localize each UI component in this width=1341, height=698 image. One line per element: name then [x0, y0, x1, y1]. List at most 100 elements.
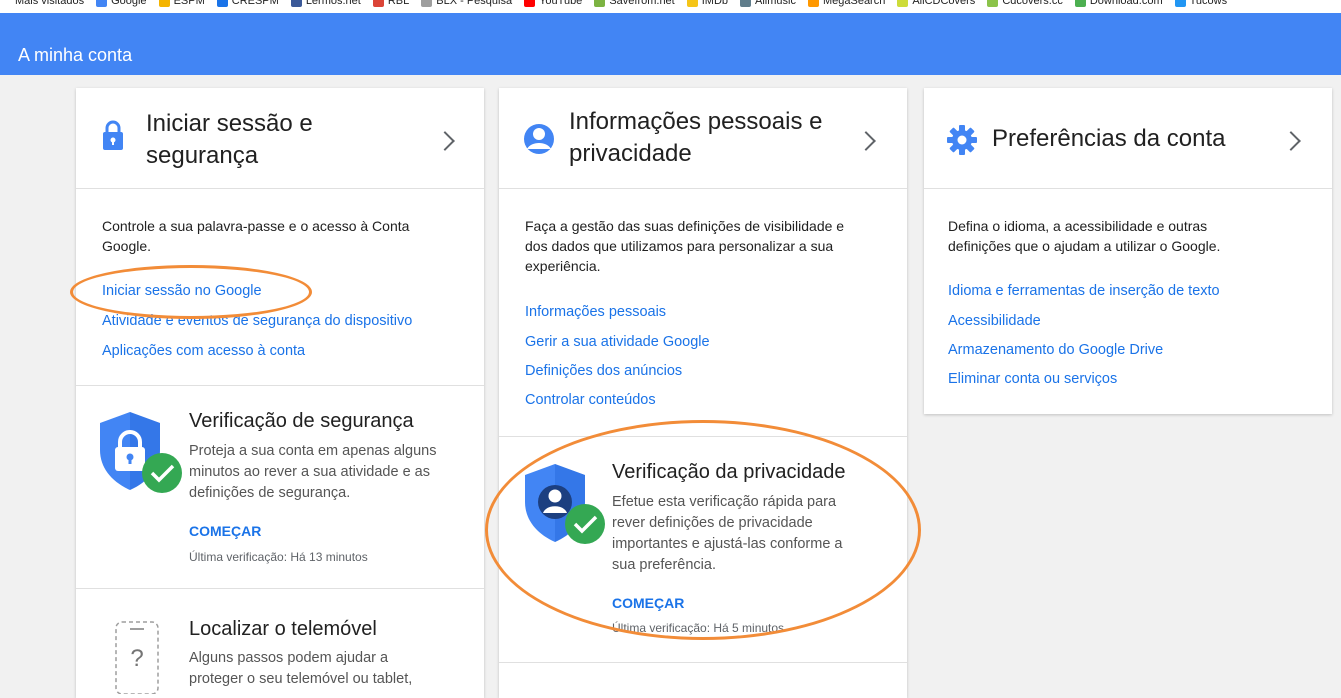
bookmark-label: BLX - Pesquisa — [436, 0, 513, 7]
bookmark-item[interactable]: Allmusic — [740, 0, 796, 8]
bookmark-label: IMDb — [701, 0, 729, 7]
lock-icon — [103, 120, 123, 150]
bookmark-item[interactable]: Google — [96, 0, 147, 8]
bookmark-favicon-icon — [686, 0, 698, 7]
security-card-title-line1: Iniciar sessão e — [146, 110, 313, 137]
bookmark-item[interactable]: Tucows — [1174, 0, 1228, 8]
security-shield-icon — [100, 412, 182, 493]
link-device-activity[interactable]: Atividade e eventos de segurança do disp… — [102, 313, 412, 329]
security-checkup-title: Verificação de segurança — [189, 410, 414, 432]
bookmark-item[interactable]: Savefrom.net — [594, 0, 675, 8]
bookmark-label: ESPM — [173, 0, 205, 7]
privacy-shield-icon — [525, 464, 605, 544]
bookmark-item[interactable]: MegaSearch — [807, 0, 886, 8]
bookmark-favicon-icon — [421, 0, 433, 7]
link-sign-in-google[interactable]: Iniciar sessão no Google — [102, 283, 262, 299]
privacy-desc-line2: dos dados que utilizamos para personaliz… — [525, 238, 834, 254]
privacy-checkup-title: Verificação da privacidade — [612, 461, 846, 483]
preferences-desc-line1: Defina o idioma, a acessibilidade e outr… — [948, 218, 1208, 234]
app-bar: A minha conta — [0, 13, 1341, 75]
preferences-card-header[interactable]: Preferências da conta — [924, 88, 1332, 189]
preferences-card-title: Preferências da conta — [992, 125, 1226, 152]
security-divider-1 — [76, 385, 484, 386]
link-language-input[interactable]: Idioma e ferramentas de inserção de text… — [948, 283, 1220, 299]
bookmark-label: Savefrom.net — [609, 0, 675, 7]
security-checkup-line2: minutos ao rever a sua atividade e as — [189, 464, 430, 480]
bookmark-favicon-icon — [96, 0, 108, 7]
find-phone-title: Localizar o telemóvel — [189, 618, 377, 640]
bookmark-label: Google — [111, 0, 147, 7]
privacy-last-check: Última verificação: Há 5 minutos — [612, 621, 785, 635]
chevron-right-icon[interactable] — [856, 131, 876, 151]
privacy-checkup-line1: Efetue esta verificação rápida para — [612, 494, 837, 510]
bookmark-item[interactable]: ESPM — [158, 0, 205, 8]
bookmark-favicon-icon — [290, 0, 302, 7]
security-card-header[interactable]: Iniciar sessão e segurança — [76, 88, 484, 189]
link-apps-access[interactable]: Aplicações com acesso à conta — [102, 343, 305, 359]
privacy-card-header[interactable]: Informações pessoais e privacidade — [499, 88, 907, 189]
bookmarks-bar: Mais visitados Google ESPM CRESPM Lermos.net… — [0, 0, 1341, 13]
bookmark-favicon-icon — [372, 0, 384, 7]
bookmark-item[interactable]: YouTube — [524, 0, 582, 8]
privacy-desc-line1: Faça a gestão das suas definições de vis… — [525, 218, 845, 234]
bookmark-label: Mais visitados — [15, 0, 85, 7]
bookmark-item[interactable]: Lermos.net — [290, 0, 361, 8]
privacy-card: Informações pessoais e privacidade Faça … — [499, 88, 907, 698]
security-checkup-start-button[interactable]: COMEÇAR — [189, 523, 261, 539]
bookmark-label: Tucows — [1189, 0, 1228, 7]
page-title: A minha conta — [18, 45, 133, 65]
link-ads-settings[interactable]: Definições dos anúncios — [525, 363, 682, 379]
security-last-check: Última verificação: Há 13 minutos — [189, 550, 368, 564]
privacy-desc-line3: experiência. — [525, 258, 601, 274]
bookmark-favicon-icon — [1074, 0, 1086, 7]
bookmark-item[interactable]: CRESPM — [216, 0, 279, 8]
security-card: Iniciar sessão e segurança Controle a su… — [76, 88, 484, 698]
bookmark-favicon-icon — [897, 0, 909, 7]
bookmark-label: Lermos.net — [305, 0, 361, 7]
bookmark-favicon-icon — [594, 0, 606, 7]
chevron-right-icon[interactable] — [435, 131, 455, 151]
bookmark-favicon-icon — [0, 0, 11, 7]
security-desc-line2: Google. — [102, 238, 152, 254]
bookmark-label: Allmusic — [755, 0, 796, 7]
bookmark-item[interactable]: AllCDCovers — [897, 0, 975, 8]
privacy-checkup-start-button[interactable]: COMEÇAR — [612, 595, 684, 611]
privacy-divider-2 — [499, 662, 907, 663]
bookmark-favicon-icon — [524, 0, 536, 7]
person-icon — [524, 124, 554, 154]
bookmark-item[interactable]: BLX - Pesquisa — [421, 0, 512, 8]
bookmark-favicon-icon — [1174, 0, 1186, 7]
gear-icon — [947, 125, 977, 155]
find-phone-line1: Alguns passos podem ajudar a — [189, 650, 389, 666]
bookmark-favicon-icon — [987, 0, 999, 7]
bookmark-favicon-icon — [740, 0, 752, 7]
security-divider-2 — [76, 588, 484, 589]
bookmark-label: MegaSearch — [822, 0, 886, 7]
link-accessibility[interactable]: Acessibilidade — [948, 313, 1041, 329]
bookmark-favicon-icon — [216, 0, 228, 7]
security-desc-line1: Controle a sua palavra-passe e o acesso … — [102, 218, 410, 234]
bookmark-item[interactable]: Mais visitados — [0, 0, 84, 8]
bookmark-label: RBL — [387, 0, 410, 7]
security-checkup-line1: Proteja a sua conta em apenas alguns — [189, 443, 437, 459]
bookmark-item[interactable]: Download.com — [1074, 0, 1163, 8]
link-control-content[interactable]: Controlar conteúdos — [525, 392, 656, 408]
link-google-activity[interactable]: Gerir a sua atividade Google — [525, 334, 710, 350]
privacy-checkup-line2: rever definições de privacidade — [612, 515, 813, 531]
preferences-desc-line2: definições que o ajudam a utilizar o Goo… — [948, 238, 1221, 254]
chevron-right-icon[interactable] — [1281, 131, 1301, 151]
bookmark-label: YouTube — [539, 0, 583, 7]
bookmark-favicon-icon — [807, 0, 819, 7]
bookmark-label: CRESPM — [231, 0, 279, 7]
preferences-card: Preferências da conta Defina o idioma, a… — [924, 88, 1332, 414]
bookmark-favicon-icon — [158, 0, 170, 7]
link-personal-info[interactable]: Informações pessoais — [525, 304, 666, 320]
privacy-divider-1 — [499, 436, 907, 437]
link-drive-storage[interactable]: Armazenamento do Google Drive — [948, 342, 1163, 358]
bookmark-item[interactable]: RBL — [372, 0, 410, 8]
bookmark-item[interactable]: Cdcovers.cc — [987, 0, 1063, 8]
security-checkup-line3: definições de segurança. — [189, 485, 351, 501]
bookmark-item[interactable]: IMDb — [686, 0, 729, 8]
privacy-checkup-line4: sua preferência. — [612, 557, 716, 573]
link-delete-account[interactable]: Eliminar conta ou serviços — [948, 371, 1117, 387]
